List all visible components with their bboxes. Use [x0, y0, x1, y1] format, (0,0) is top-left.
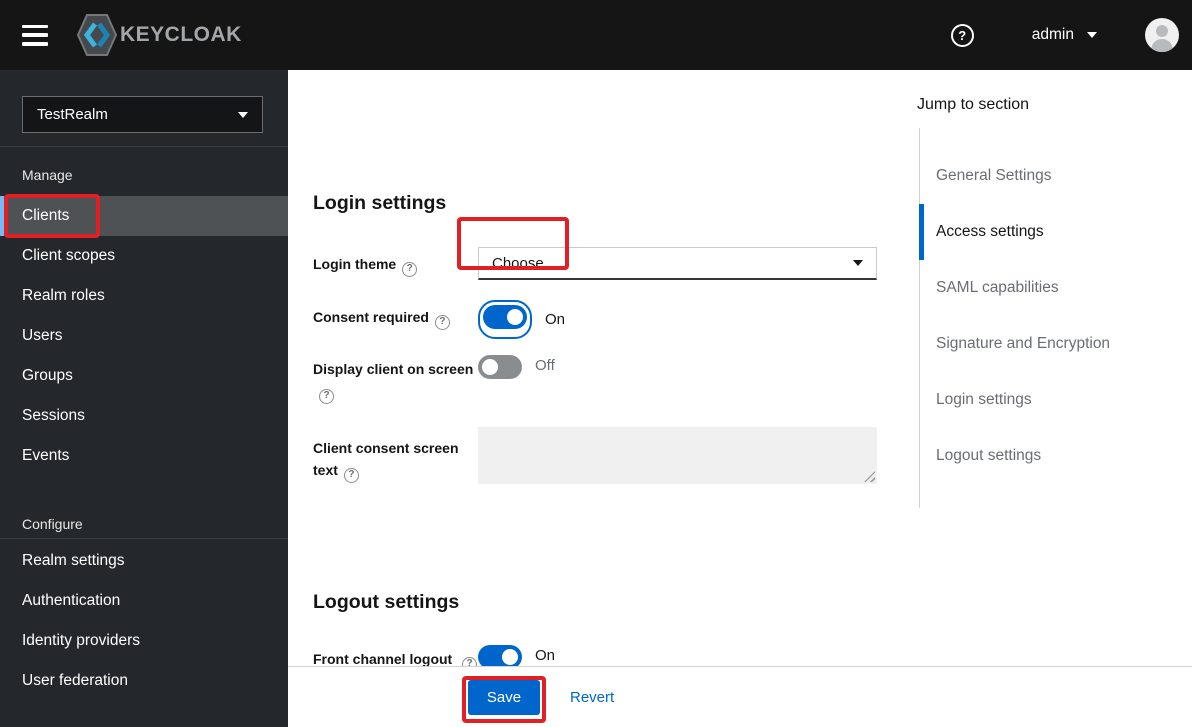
form-action-bar: Save Revert: [288, 666, 1192, 727]
brand-text: KEYCLOAK: [120, 23, 242, 46]
keycloak-admin-console: KEYCLOAK ? admin TestRealm Manage Client…: [0, 0, 1192, 727]
sidebar-nav-manage: Clients Client scopes Realm roles Users …: [0, 196, 288, 476]
sidebar-item-identity-providers[interactable]: Identity providers: [0, 621, 288, 661]
help-icon[interactable]: ?: [402, 261, 418, 277]
jump-to-section-title: Jump to section: [917, 96, 1030, 113]
sidebar-item-users[interactable]: Users: [0, 316, 288, 356]
logout-settings-heading: Logout settings: [313, 591, 460, 613]
jump-item-logout-settings[interactable]: Logout settings: [920, 428, 1192, 484]
sidebar-item-events[interactable]: Events: [0, 436, 288, 476]
consent-required-toggle[interactable]: [483, 305, 527, 329]
sidebar-item-realm-settings[interactable]: Realm settings: [0, 541, 288, 581]
chevron-down-icon: [238, 111, 248, 118]
main-content: Login settings Login theme? Choose... Co…: [288, 70, 1192, 727]
nav-section-title-manage: Manage: [22, 167, 73, 183]
login-theme-value: Choose...: [492, 254, 557, 272]
masthead: KEYCLOAK ? admin: [0, 0, 1192, 70]
realm-selector[interactable]: TestRealm: [22, 96, 263, 133]
help-icon[interactable]: ?: [434, 314, 450, 330]
jump-item-general-settings[interactable]: General Settings: [920, 148, 1192, 204]
nav-section-title-configure: Configure: [22, 516, 83, 532]
person-icon: [1151, 25, 1173, 52]
sidebar-divider: [0, 538, 288, 539]
sidebar-item-groups[interactable]: Groups: [0, 356, 288, 396]
chevron-down-icon: [853, 260, 863, 266]
sidebar-item-clients[interactable]: Clients: [0, 196, 288, 236]
user-menu[interactable]: admin: [1032, 26, 1097, 44]
sidebar-item-client-scopes[interactable]: Client scopes: [0, 236, 288, 276]
realm-name: TestRealm: [37, 106, 108, 123]
login-settings-heading: Login settings: [313, 192, 447, 214]
save-button[interactable]: Save: [468, 679, 540, 715]
consent-required-state: On: [545, 311, 566, 328]
login-theme-label: Login theme?: [313, 247, 478, 280]
keycloak-logo[interactable]: KEYCLOAK: [76, 12, 242, 58]
consent-required-label: Consent required?: [313, 300, 478, 339]
sidebar-item-authentication[interactable]: Authentication: [0, 581, 288, 621]
sidebar-divider: [0, 146, 288, 147]
jump-nav-list: General Settings Access settings SAML ca…: [919, 128, 1192, 508]
sidebar-nav-configure: Realm settings Authentication Identity p…: [0, 541, 288, 701]
jump-item-login-settings[interactable]: Login settings: [920, 372, 1192, 428]
sidebar: TestRealm Manage Clients Client scopes R…: [0, 70, 288, 727]
client-consent-textarea[interactable]: [478, 427, 877, 484]
login-theme-select[interactable]: Choose...: [478, 247, 877, 280]
keycloak-hexagon-icon: [76, 14, 118, 56]
help-icon[interactable]: ?: [343, 467, 359, 483]
login-theme-row: Login theme? Choose...: [313, 247, 877, 280]
consent-required-row: Consent required? On: [313, 300, 877, 339]
avatar[interactable]: [1145, 18, 1179, 52]
jump-item-saml-capabilities[interactable]: SAML capabilities: [920, 260, 1192, 316]
client-consent-text-label: Client consent screen text?: [313, 357, 478, 484]
client-consent-text-row: Client consent screen text?: [313, 357, 877, 484]
jump-item-access-settings[interactable]: Access settings: [919, 204, 1192, 260]
sidebar-item-sessions[interactable]: Sessions: [0, 396, 288, 436]
chevron-down-icon: [1087, 32, 1097, 38]
help-icon[interactable]: ?: [950, 23, 974, 47]
jump-item-signature-and-encryption[interactable]: Signature and Encryption: [920, 316, 1192, 372]
username: admin: [1031, 26, 1074, 43]
jump-to-section-panel: Jump to section General Settings Access …: [905, 70, 1192, 508]
hamburger-menu-icon[interactable]: [22, 24, 48, 46]
revert-link[interactable]: Revert: [570, 689, 614, 706]
masthead-right: ? admin: [950, 0, 1192, 70]
sidebar-item-realm-roles[interactable]: Realm roles: [0, 276, 288, 316]
sidebar-item-user-federation[interactable]: User federation: [0, 661, 288, 701]
client-consent-textarea-wrap: [478, 427, 877, 484]
front-channel-logout-state: On: [535, 647, 556, 664]
switch-focus-ring: [478, 300, 532, 339]
